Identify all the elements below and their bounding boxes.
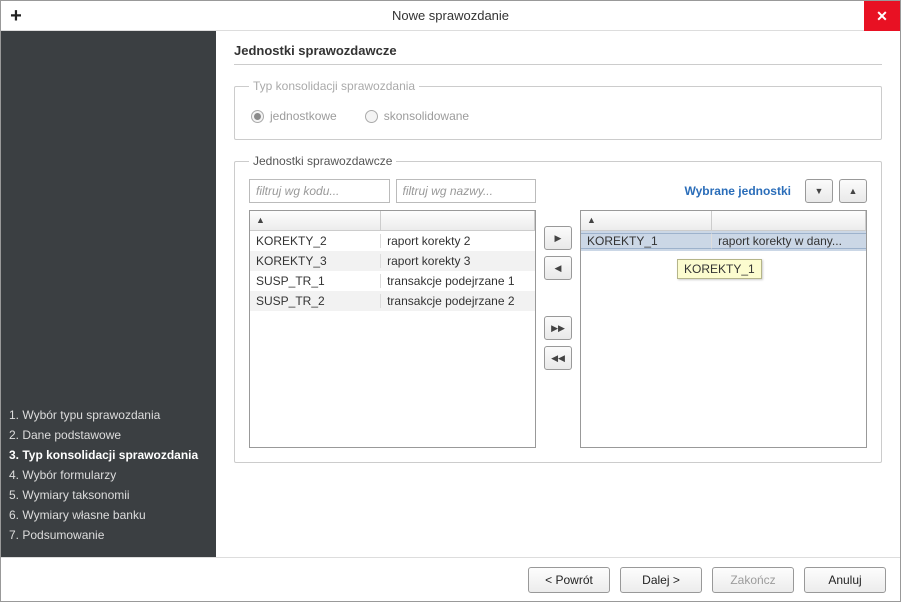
- selected-sort-col1[interactable]: ▲: [581, 211, 712, 230]
- double-chevron-right-icon: ▶▶: [551, 324, 565, 333]
- step-4[interactable]: 4. Wybór formularzy: [7, 465, 210, 485]
- move-down-button[interactable]: ▼: [805, 179, 833, 203]
- selected-panel: Wybrane jednostki ▼ ▲ ▲ KOREKTY_1: [580, 178, 867, 448]
- transfer-buttons: ▶ ◀ ▶▶ ◀◀: [542, 178, 574, 448]
- chevron-down-icon: ▼: [815, 187, 824, 196]
- move-left-button[interactable]: ◀: [544, 256, 572, 280]
- list-item[interactable]: KOREKTY_1 raport korekty w dany...: [581, 231, 866, 251]
- dual-list: ▲ KOREKTY_2 raport korekty 2 KOREKTY_3: [249, 178, 867, 448]
- sort-asc-icon: ▲: [256, 216, 265, 225]
- radio-single: jednostkowe: [251, 109, 337, 123]
- list-item[interactable]: KOREKTY_3 raport korekty 3: [250, 251, 535, 271]
- consolidation-type-fieldset: Typ konsolidacji sprawozdania jednostkow…: [234, 79, 882, 140]
- available-sort-col1[interactable]: ▲: [250, 211, 381, 230]
- sort-asc-icon: ▲: [587, 216, 596, 225]
- cancel-button[interactable]: Anuluj: [804, 567, 886, 593]
- radio-consolidated-indicator: [365, 110, 378, 123]
- available-panel: ▲ KOREKTY_2 raport korekty 2 KOREKTY_3: [249, 178, 536, 448]
- consolidation-radio-group: jednostkowe skonsolidowane: [249, 103, 867, 125]
- filter-code-input[interactable]: [249, 179, 390, 203]
- radio-consolidated: skonsolidowane: [365, 109, 469, 123]
- selected-units-label: Wybrane jednostki: [685, 184, 791, 198]
- step-5[interactable]: 5. Wymiary taksonomii: [7, 485, 210, 505]
- units-fieldset: Jednostki sprawozdawcze ▲: [234, 154, 882, 463]
- window-title: Nowe sprawozdanie: [1, 8, 900, 23]
- step-3[interactable]: 3. Typ konsolidacji sprawozdania: [7, 445, 210, 465]
- filter-name-input[interactable]: [396, 179, 537, 203]
- wizard-steps-sidebar: 1. Wybór typu sprawozdania 2. Dane podst…: [1, 31, 216, 557]
- wizard-window: + Nowe sprawozdanie ✕ 1. Wybór typu spra…: [0, 0, 901, 602]
- app-icon-plus: +: [1, 2, 31, 30]
- units-legend: Jednostki sprawozdawcze: [249, 154, 396, 168]
- chevron-left-icon: ◀: [555, 264, 562, 273]
- titlebar: + Nowe sprawozdanie ✕: [1, 1, 900, 31]
- step-6[interactable]: 6. Wymiary własne banku: [7, 505, 210, 525]
- finish-button: Zakończ: [712, 567, 794, 593]
- chevron-up-icon: ▲: [849, 187, 858, 196]
- back-button[interactable]: < Powrót: [528, 567, 610, 593]
- wizard-footer: < Powrót Dalej > Zakończ Anuluj: [1, 557, 900, 601]
- move-right-button[interactable]: ▶: [544, 226, 572, 250]
- selected-sort-col2[interactable]: [712, 211, 866, 230]
- step-7[interactable]: 7. Podsumowanie: [7, 525, 210, 545]
- list-item[interactable]: SUSP_TR_1 transakcje podejrzane 1: [250, 271, 535, 291]
- available-listbox[interactable]: ▲ KOREKTY_2 raport korekty 2 KOREKTY_3: [249, 210, 536, 448]
- step-2[interactable]: 2. Dane podstawowe: [7, 425, 210, 445]
- list-item[interactable]: KOREKTY_2 raport korekty 2: [250, 231, 535, 251]
- move-all-right-button[interactable]: ▶▶: [544, 316, 572, 340]
- radio-consolidated-label: skonsolidowane: [384, 109, 469, 123]
- body: 1. Wybór typu sprawozdania 2. Dane podst…: [1, 31, 900, 557]
- radio-single-label: jednostkowe: [270, 109, 337, 123]
- move-up-button[interactable]: ▲: [839, 179, 867, 203]
- move-all-left-button[interactable]: ◀◀: [544, 346, 572, 370]
- radio-single-indicator: [251, 110, 264, 123]
- selected-listbox[interactable]: ▲ KOREKTY_1 raport korekty w dany... KOR…: [580, 210, 867, 448]
- step-1[interactable]: 1. Wybór typu sprawozdania: [7, 405, 210, 425]
- available-sort-col2[interactable]: [381, 211, 535, 230]
- close-button[interactable]: ✕: [864, 1, 900, 31]
- main-panel: Jednostki sprawozdawcze Typ konsolidacji…: [216, 31, 900, 557]
- page-title: Jednostki sprawozdawcze: [234, 43, 882, 65]
- list-item[interactable]: SUSP_TR_2 transakcje podejrzane 2: [250, 291, 535, 311]
- chevron-right-icon: ▶: [555, 234, 562, 243]
- close-icon: ✕: [876, 8, 888, 25]
- consolidation-legend: Typ konsolidacji sprawozdania: [249, 79, 419, 93]
- tooltip: KOREKTY_1: [677, 259, 762, 279]
- next-button[interactable]: Dalej >: [620, 567, 702, 593]
- double-chevron-left-icon: ◀◀: [551, 354, 565, 363]
